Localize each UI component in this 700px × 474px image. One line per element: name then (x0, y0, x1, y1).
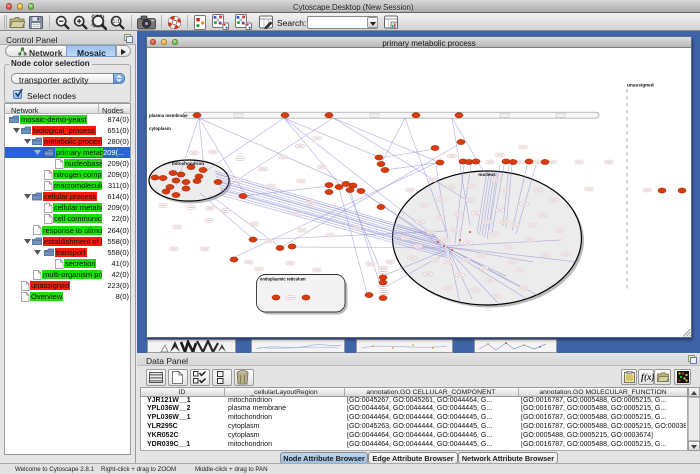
svg-text:1:1: 1:1 (112, 19, 120, 25)
svg-text:plasma membrane: plasma membrane (149, 113, 188, 118)
svg-text:nucleus: nucleus (478, 172, 496, 177)
svg-text:endoplasmic reticulum: endoplasmic reticulum (260, 277, 306, 282)
svg-text:mitochondrion: mitochondrion (172, 161, 204, 166)
svg-text:unassigned: unassigned (627, 83, 654, 89)
svg-text:cytoplasm: cytoplasm (149, 126, 171, 131)
